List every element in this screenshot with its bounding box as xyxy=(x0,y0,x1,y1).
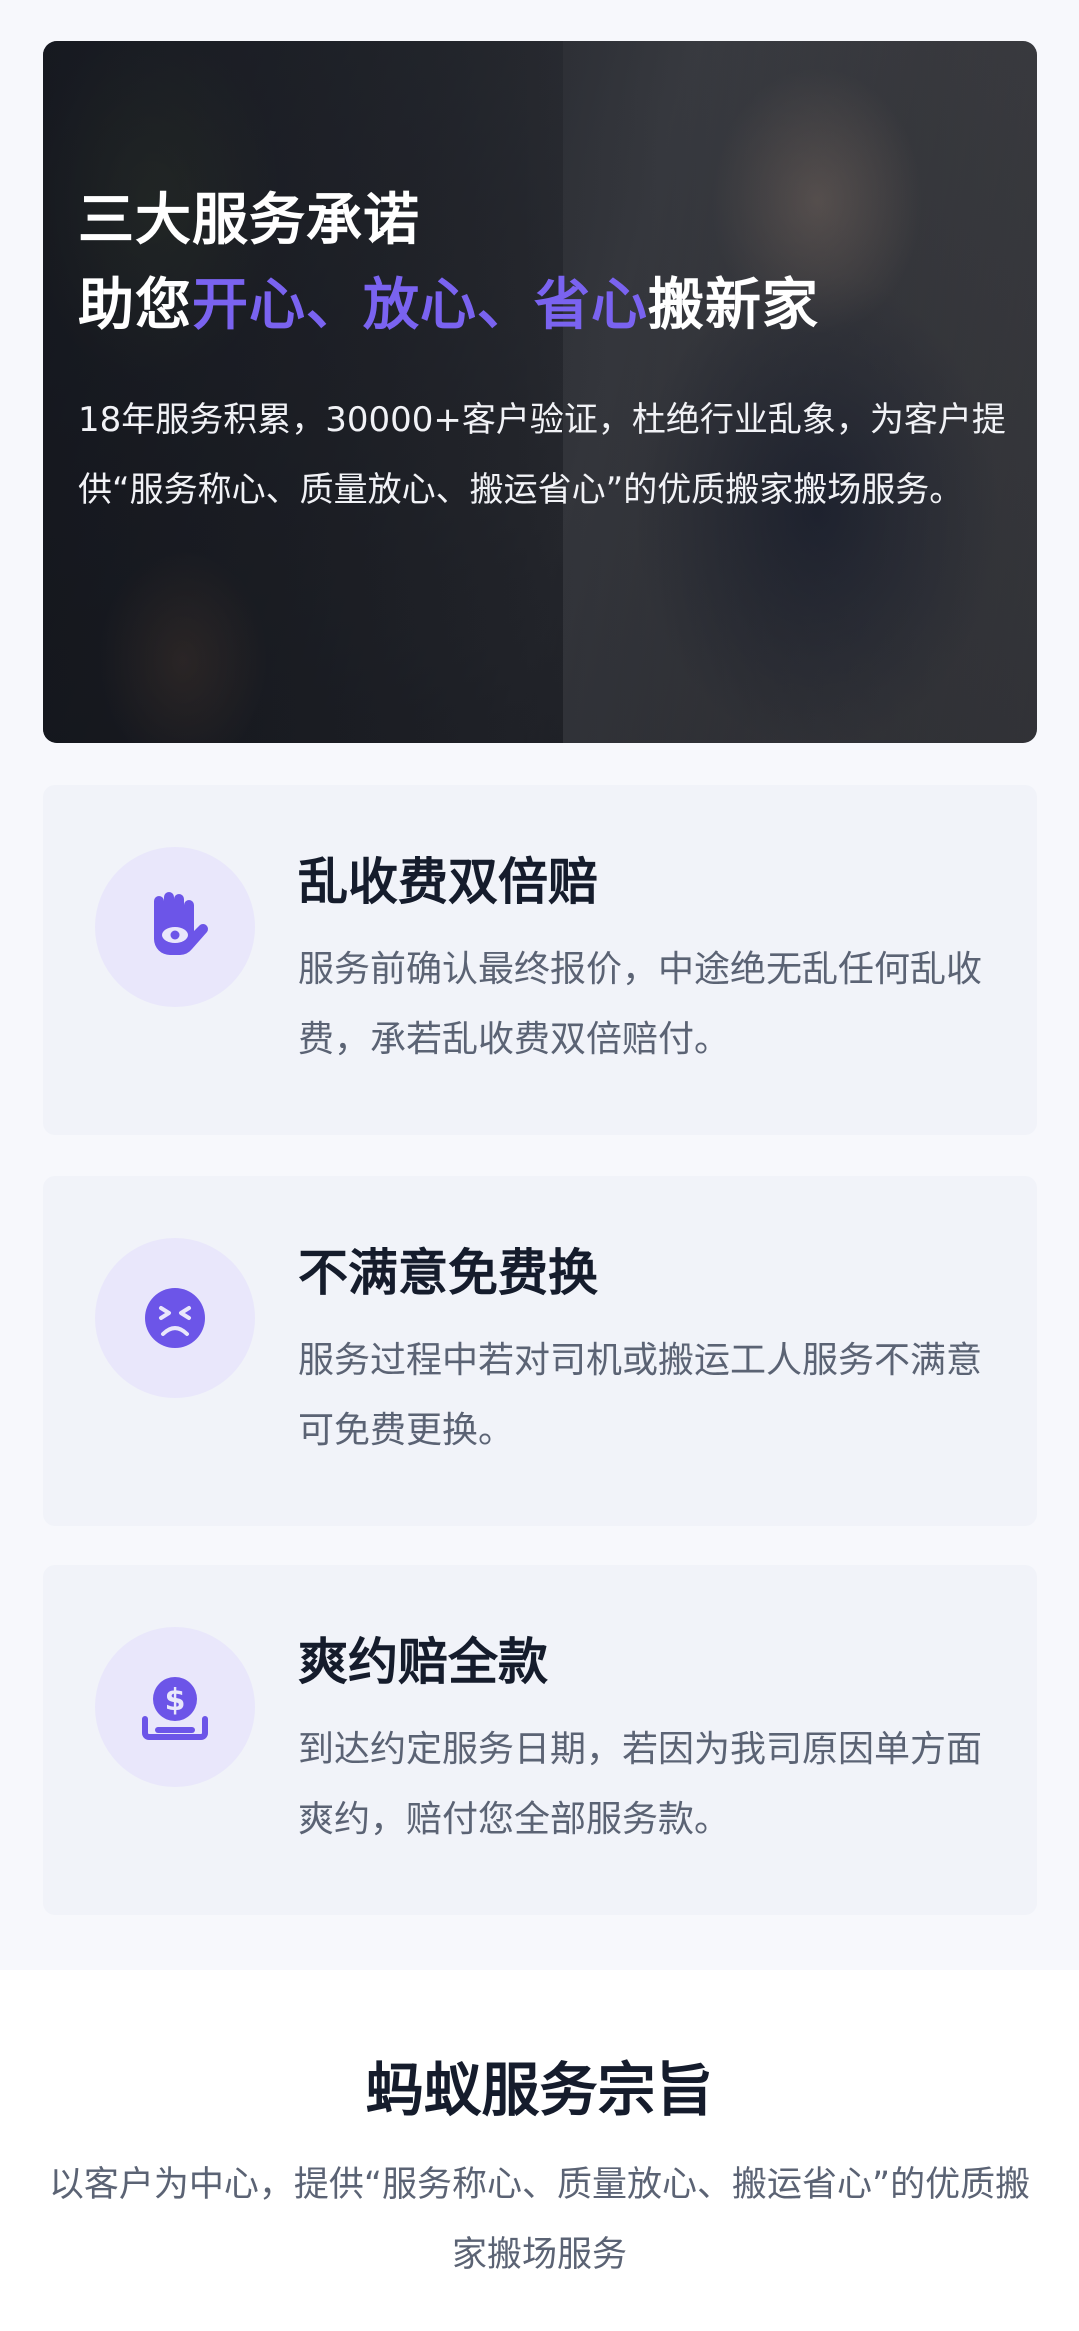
promise-card-cancel: $ 爽约赔全款 到达约定服务日期，若因为我司原因单方面爽约，赔付您全部服务款。 xyxy=(43,1565,1037,1915)
mission-title: 蚂蚁服务宗旨 xyxy=(365,2056,714,2124)
promise-title: 乱收费双倍赔 xyxy=(298,853,598,911)
dollar-tray-icon: $ xyxy=(142,1677,208,1740)
hand-eye-icon xyxy=(154,892,208,955)
promise-description: 服务前确认最终报价，中途绝无乱任何乱收费，承若乱收费双倍赔付。 xyxy=(298,949,983,1060)
svg-text:$: $ xyxy=(165,1683,186,1718)
promise-title: 不满意免费换 xyxy=(298,1244,598,1302)
mission-section: 蚂蚁服务宗旨 以客户为中心，提供“服务称心、质量放心、搬运省心”的优质搬家搬场服… xyxy=(0,1970,1079,2331)
mission-description: 以客户为中心，提供“服务称心、质量放心、搬运省心”的优质搬家搬场服务 xyxy=(48,2165,1031,2275)
hero-banner: 三大服务承诺 助您开心、放心、省心搬新家 18年服务积累，30000+客户验证，… xyxy=(43,41,1037,743)
hero-title: 三大服务承诺 xyxy=(78,188,420,253)
hero-text: 三大服务承诺 助您开心、放心、省心搬新家 18年服务积累，30000+客户验证，… xyxy=(78,181,1037,525)
hero-description: 18年服务积累，30000+客户验证，杜绝行业乱象，为客户提供“服务称心、质量放… xyxy=(78,400,1006,510)
promise-card-overcharge: 乱收费双倍赔 服务前确认最终报价，中途绝无乱任何乱收费，承若乱收费双倍赔付。 xyxy=(43,785,1037,1135)
promise-title: 爽约赔全款 xyxy=(298,1633,548,1691)
frown-face-icon xyxy=(145,1288,205,1348)
promise-description: 到达约定服务日期，若因为我司原因单方面爽约，赔付您全部服务款。 xyxy=(298,1729,983,1840)
promise-description: 服务过程中若对司机或搬运工人服务不满意可免费更换。 xyxy=(298,1340,983,1451)
hero-subtitle: 助您开心、放心、省心搬新家 xyxy=(78,273,819,338)
promise-card-replace: 不满意免费换 服务过程中若对司机或搬运工人服务不满意可免费更换。 xyxy=(43,1176,1037,1526)
